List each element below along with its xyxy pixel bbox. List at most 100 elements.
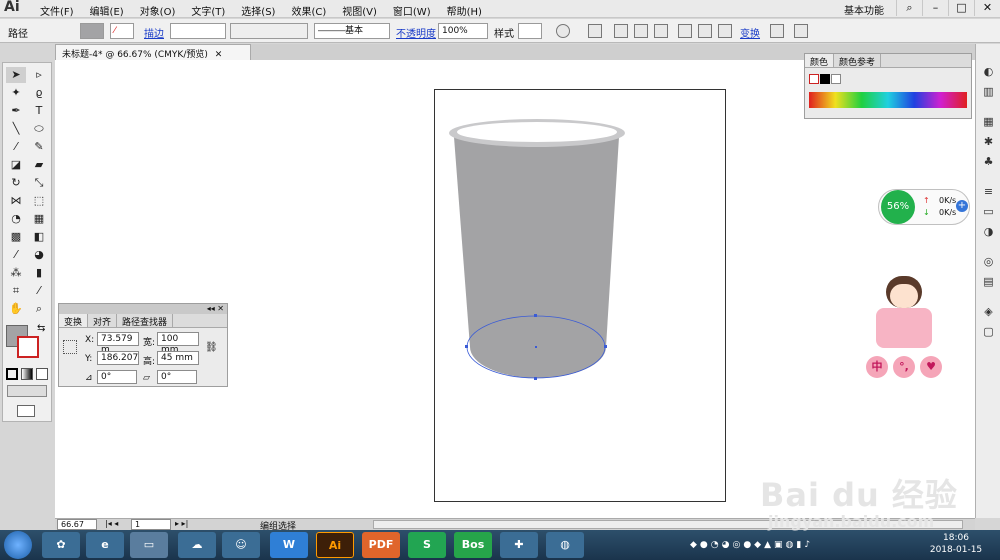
mesh-tool-icon[interactable]: ▩ [6, 229, 26, 245]
opacity-label[interactable]: 不透明度 [396, 25, 436, 40]
taskbar-pdf-icon[interactable]: PDF [362, 532, 400, 558]
tab-color-guide[interactable]: 颜色参考 [834, 54, 882, 68]
magic-wand-tool-icon[interactable]: ✦ [6, 85, 26, 101]
blend-tool-icon[interactable]: ◕ [29, 247, 49, 263]
style-dropdown[interactable] [518, 23, 542, 39]
tab-pathfinder[interactable]: 路径查找器 [117, 314, 174, 328]
screen-mode-icon[interactable] [17, 405, 35, 417]
slice-tool-icon[interactable]: ⁄ [29, 283, 49, 299]
brush-dropdown[interactable]: ―――基本 [314, 23, 390, 39]
taskbar-sheets-icon[interactable]: S [408, 532, 446, 558]
sticker-button-3[interactable]: ♥ [920, 356, 942, 378]
taskbar-bos-icon[interactable]: Bos [454, 532, 492, 558]
sticker-button-1[interactable]: 中 [866, 356, 888, 378]
minimize-button[interactable]: – [922, 0, 948, 16]
color-mode-icon[interactable] [6, 368, 18, 380]
align-right-icon[interactable] [654, 24, 668, 38]
white-swatch[interactable] [831, 74, 841, 84]
isolate-icon[interactable] [770, 24, 784, 38]
tab-color[interactable]: 颜色 [805, 54, 835, 68]
taskbar-illustrator-icon[interactable]: Ai [316, 532, 354, 558]
brushes-icon[interactable]: ✱ [982, 136, 995, 149]
free-transform-tool-icon[interactable]: ⬚ [29, 193, 49, 209]
swatches-icon[interactable]: ▦ [982, 116, 995, 129]
align-bottom-icon[interactable] [718, 24, 732, 38]
panel-titlebar[interactable]: ◂◂ ✕ [59, 304, 227, 314]
stroke-icon[interactable]: ≡ [982, 186, 995, 199]
menu-type[interactable]: 文字(T) [183, 3, 233, 18]
sticker-button-2[interactable]: °, [893, 356, 915, 378]
zoom-tool-icon[interactable]: ⌕ [29, 301, 49, 317]
variable-width-dropdown[interactable] [230, 23, 308, 39]
color-guide-icon[interactable]: ▥ [982, 86, 995, 99]
opacity-field[interactable]: 100% [438, 23, 488, 39]
menu-view[interactable]: 视图(V) [334, 3, 385, 18]
perspective-grid-tool-icon[interactable]: ▦ [29, 211, 49, 227]
ellipse-tool-icon[interactable]: ⬭ [29, 121, 49, 137]
zoom-field[interactable]: 66.67 [57, 519, 97, 530]
constrain-proportions-icon[interactable]: ⛓ [205, 342, 218, 353]
artboard-tool-icon[interactable]: ⌗ [6, 283, 26, 299]
gradient-mode-icon[interactable] [21, 368, 33, 380]
lasso-tool-icon[interactable]: ϱ [29, 85, 49, 101]
artboard-nav-prev[interactable]: |◂ ◂ [105, 519, 118, 528]
tab-transform[interactable]: 变换 [59, 314, 89, 328]
transform-link[interactable]: 变换 [740, 25, 760, 40]
reference-point-icon[interactable] [63, 340, 77, 354]
anchor-left[interactable] [465, 345, 468, 348]
taskbar-wechat-icon[interactable]: ☁ [178, 532, 216, 558]
color-spectrum[interactable] [809, 92, 967, 108]
taskbar-wps-icon[interactable]: W [270, 532, 308, 558]
none-swatch[interactable] [809, 74, 819, 84]
taskbar-ie-icon[interactable]: e [86, 532, 124, 558]
rotate-tool-icon[interactable]: ↻ [6, 175, 26, 191]
swap-colors-icon[interactable]: ⇆ [37, 323, 45, 334]
menu-object[interactable]: 对象(O) [132, 3, 184, 18]
search-icon[interactable]: ⌕ [896, 0, 922, 16]
none-mode-icon[interactable] [36, 368, 48, 380]
taskbar-qq-icon[interactable]: ☺ [222, 532, 260, 558]
align-left-icon[interactable] [614, 24, 628, 38]
system-tray-icons[interactable]: ◆●◔◕◎●◆▲▣◍▮♪ [690, 540, 890, 552]
scale-tool-icon[interactable]: ⤡ [29, 175, 49, 191]
start-button[interactable] [4, 531, 32, 559]
align-to-icon[interactable] [588, 24, 602, 38]
menu-file[interactable]: 文件(F) [32, 3, 82, 18]
selection-tool-icon[interactable]: ➤ [6, 67, 26, 83]
taskbar-explorer-icon[interactable]: ▭ [130, 532, 168, 558]
stroke-weight-field[interactable] [170, 23, 226, 39]
desktop-pet-sticker[interactable]: 中 °, ♥ [866, 272, 944, 380]
height-field[interactable]: 45 mm [157, 351, 199, 365]
anchor-right[interactable] [604, 345, 607, 348]
eyedropper-tool-icon[interactable]: ⁄ [6, 247, 26, 263]
workspace-switcher[interactable]: 基本功能 [844, 2, 884, 17]
recolor-icon[interactable] [556, 24, 570, 38]
graphic-styles-icon[interactable]: ▤ [982, 276, 995, 289]
arrange-icon[interactable] [794, 24, 808, 38]
taskbar-browser-icon[interactable]: ◍ [546, 532, 584, 558]
tab-align[interactable]: 对齐 [88, 314, 118, 328]
eraser-tool-icon[interactable]: ▰ [29, 157, 49, 173]
menu-help[interactable]: 帮助(H) [439, 3, 490, 18]
shape-builder-tool-icon[interactable]: ◔ [6, 211, 26, 227]
line-tool-icon[interactable]: ╲ [6, 121, 26, 137]
menu-effect[interactable]: 效果(C) [283, 3, 334, 18]
gradient-tool-icon[interactable]: ◧ [29, 229, 49, 245]
align-center-icon[interactable] [634, 24, 648, 38]
anchor-top[interactable] [534, 314, 537, 317]
y-field[interactable]: 186.207 [97, 351, 139, 365]
x-field[interactable]: 73.579 m [97, 332, 139, 355]
boost-plus-icon[interactable]: + [956, 200, 968, 212]
paintbrush-tool-icon[interactable]: ⁄ [6, 139, 26, 155]
artboard-number-field[interactable]: 1 [131, 519, 171, 530]
system-clock[interactable]: 18:06 2018-01-15 [916, 532, 996, 556]
stroke-swatch[interactable]: ⁄ [110, 23, 134, 39]
direct-selection-tool-icon[interactable]: ▹ [29, 67, 49, 83]
maximize-button[interactable]: □ [948, 0, 974, 16]
document-tab[interactable]: 未标题-4* @ 66.67% (CMYK/预览) ✕ [55, 44, 251, 60]
artboards-icon[interactable]: ▢ [982, 326, 995, 339]
close-button[interactable]: ✕ [974, 0, 1000, 16]
stroke-label[interactable]: 描边 [144, 25, 164, 40]
align-top-icon[interactable] [678, 24, 692, 38]
color-panel-icon[interactable]: ◐ [982, 66, 995, 79]
